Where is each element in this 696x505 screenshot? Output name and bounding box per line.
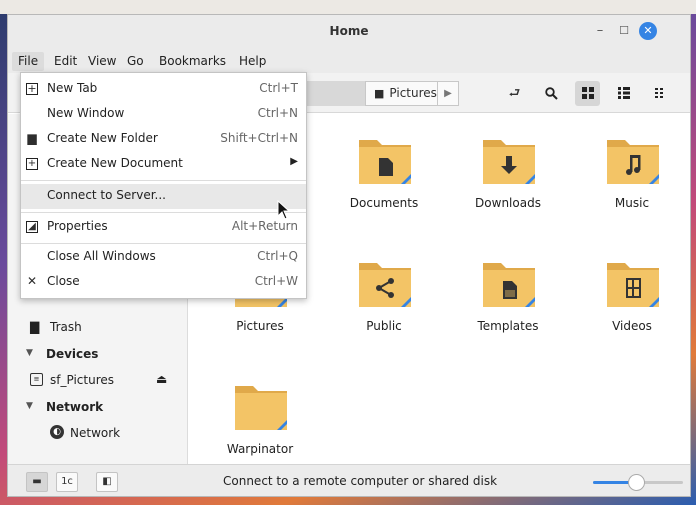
menu-edit[interactable]: Edit	[48, 52, 83, 71]
icon-view-button[interactable]	[575, 81, 600, 106]
close-window-button[interactable]: ✕	[639, 22, 657, 40]
breadcrumb-next-button[interactable]: ▶	[437, 81, 459, 106]
menu-separator	[21, 180, 306, 181]
folder-icon	[483, 140, 535, 184]
search-button[interactable]	[539, 81, 564, 106]
status-message: Connect to a remote computer or shared d…	[223, 474, 498, 488]
toggle-location-button[interactable]: ⮐	[502, 81, 527, 106]
hide-sidebar-button[interactable]: ◧	[96, 472, 118, 492]
trash-icon: ▇	[30, 320, 40, 334]
new-tab-icon: +	[26, 82, 38, 95]
mouse-pointer-icon	[277, 200, 291, 220]
menubar: File Edit View Go Bookmarks Help	[8, 48, 690, 73]
sidebar-item-trash[interactable]: ▇ Trash	[30, 320, 82, 334]
menu-item-new-window[interactable]: New Window Ctrl+N	[21, 102, 306, 127]
menu-separator	[21, 243, 306, 244]
folder-icon	[235, 386, 287, 430]
minimize-button[interactable]: –	[591, 22, 609, 40]
menu-bookmarks[interactable]: Bookmarks	[153, 52, 232, 71]
menu-item-connect-server[interactable]: Connect to Server...	[21, 184, 306, 209]
maximize-button[interactable]: ☐	[615, 22, 633, 40]
sidebar-header-devices[interactable]: ▼ Devices	[26, 347, 98, 361]
menu-item-create-folder[interactable]: ▆ Create New Folder Shift+Ctrl+N	[21, 127, 306, 152]
camera-icon: ■	[374, 87, 385, 100]
desktop-top-strip	[0, 0, 696, 14]
folder-icon	[483, 263, 535, 307]
sidebar-item-sf-pictures[interactable]: ≡ sf_Pictures	[30, 373, 114, 387]
grid-icon	[581, 87, 594, 99]
new-folder-icon: ▆	[27, 131, 37, 145]
menu-item-create-document[interactable]: + Create New Document ▶	[21, 152, 306, 177]
folder-small-icon: ▬	[32, 476, 42, 487]
zoom-slider[interactable]	[593, 474, 683, 491]
window-title: Home	[329, 24, 369, 38]
folder-icon	[607, 140, 659, 184]
statusbar: ▬ 1c ◧ Connect to a remote computer or s…	[8, 464, 690, 496]
compact-view-button[interactable]	[648, 81, 673, 106]
eject-button[interactable]: ⏏	[156, 372, 167, 386]
menu-item-new-tab[interactable]: + New Tab Ctrl+T	[21, 77, 306, 102]
sidebar-toggle-icon: ◧	[102, 476, 112, 487]
list-icon	[617, 87, 630, 99]
folder-icon	[359, 140, 411, 184]
menu-item-properties[interactable]: ◢ Properties Alt+Return	[21, 215, 306, 240]
sidebar-item-network[interactable]: ◐ Network	[50, 425, 120, 440]
search-icon	[545, 87, 558, 100]
tree-icon: 1c	[61, 476, 73, 487]
zoom-slider-knob[interactable]	[627, 474, 645, 491]
menu-item-close-all[interactable]: Close All Windows Ctrl+Q	[21, 245, 306, 270]
close-icon: ✕	[26, 274, 38, 288]
properties-icon: ◢	[26, 221, 38, 233]
show-places-button[interactable]: ▬	[26, 472, 48, 492]
list-view-button[interactable]	[611, 81, 636, 106]
folder-icon	[607, 263, 659, 307]
menu-item-close[interactable]: ✕ Close Ctrl+W	[21, 270, 306, 295]
drive-icon: ≡	[30, 373, 43, 386]
submenu-arrow-icon: ▶	[290, 156, 298, 167]
folder-icon	[359, 263, 411, 307]
compact-icon	[654, 88, 663, 98]
menu-view[interactable]: View	[82, 52, 122, 71]
show-treeview-button[interactable]: 1c	[56, 472, 78, 492]
expander-down-icon: ▼	[26, 348, 33, 358]
sidebar-header-network[interactable]: ▼ Network	[26, 400, 103, 414]
menu-help[interactable]: Help	[233, 52, 272, 71]
network-icon: ◐	[50, 425, 64, 439]
menu-separator	[21, 212, 306, 213]
new-document-icon: +	[26, 158, 38, 170]
menu-go[interactable]: Go	[121, 52, 150, 71]
menu-file[interactable]: File	[12, 52, 45, 71]
eject-icon: ⏏	[156, 372, 168, 386]
titlebar: Home – ☐ ✕	[8, 15, 690, 48]
file-menu: + New Tab Ctrl+T New Window Ctrl+N ▆ Cre…	[20, 72, 307, 299]
expander-down-icon: ▼	[26, 401, 33, 411]
